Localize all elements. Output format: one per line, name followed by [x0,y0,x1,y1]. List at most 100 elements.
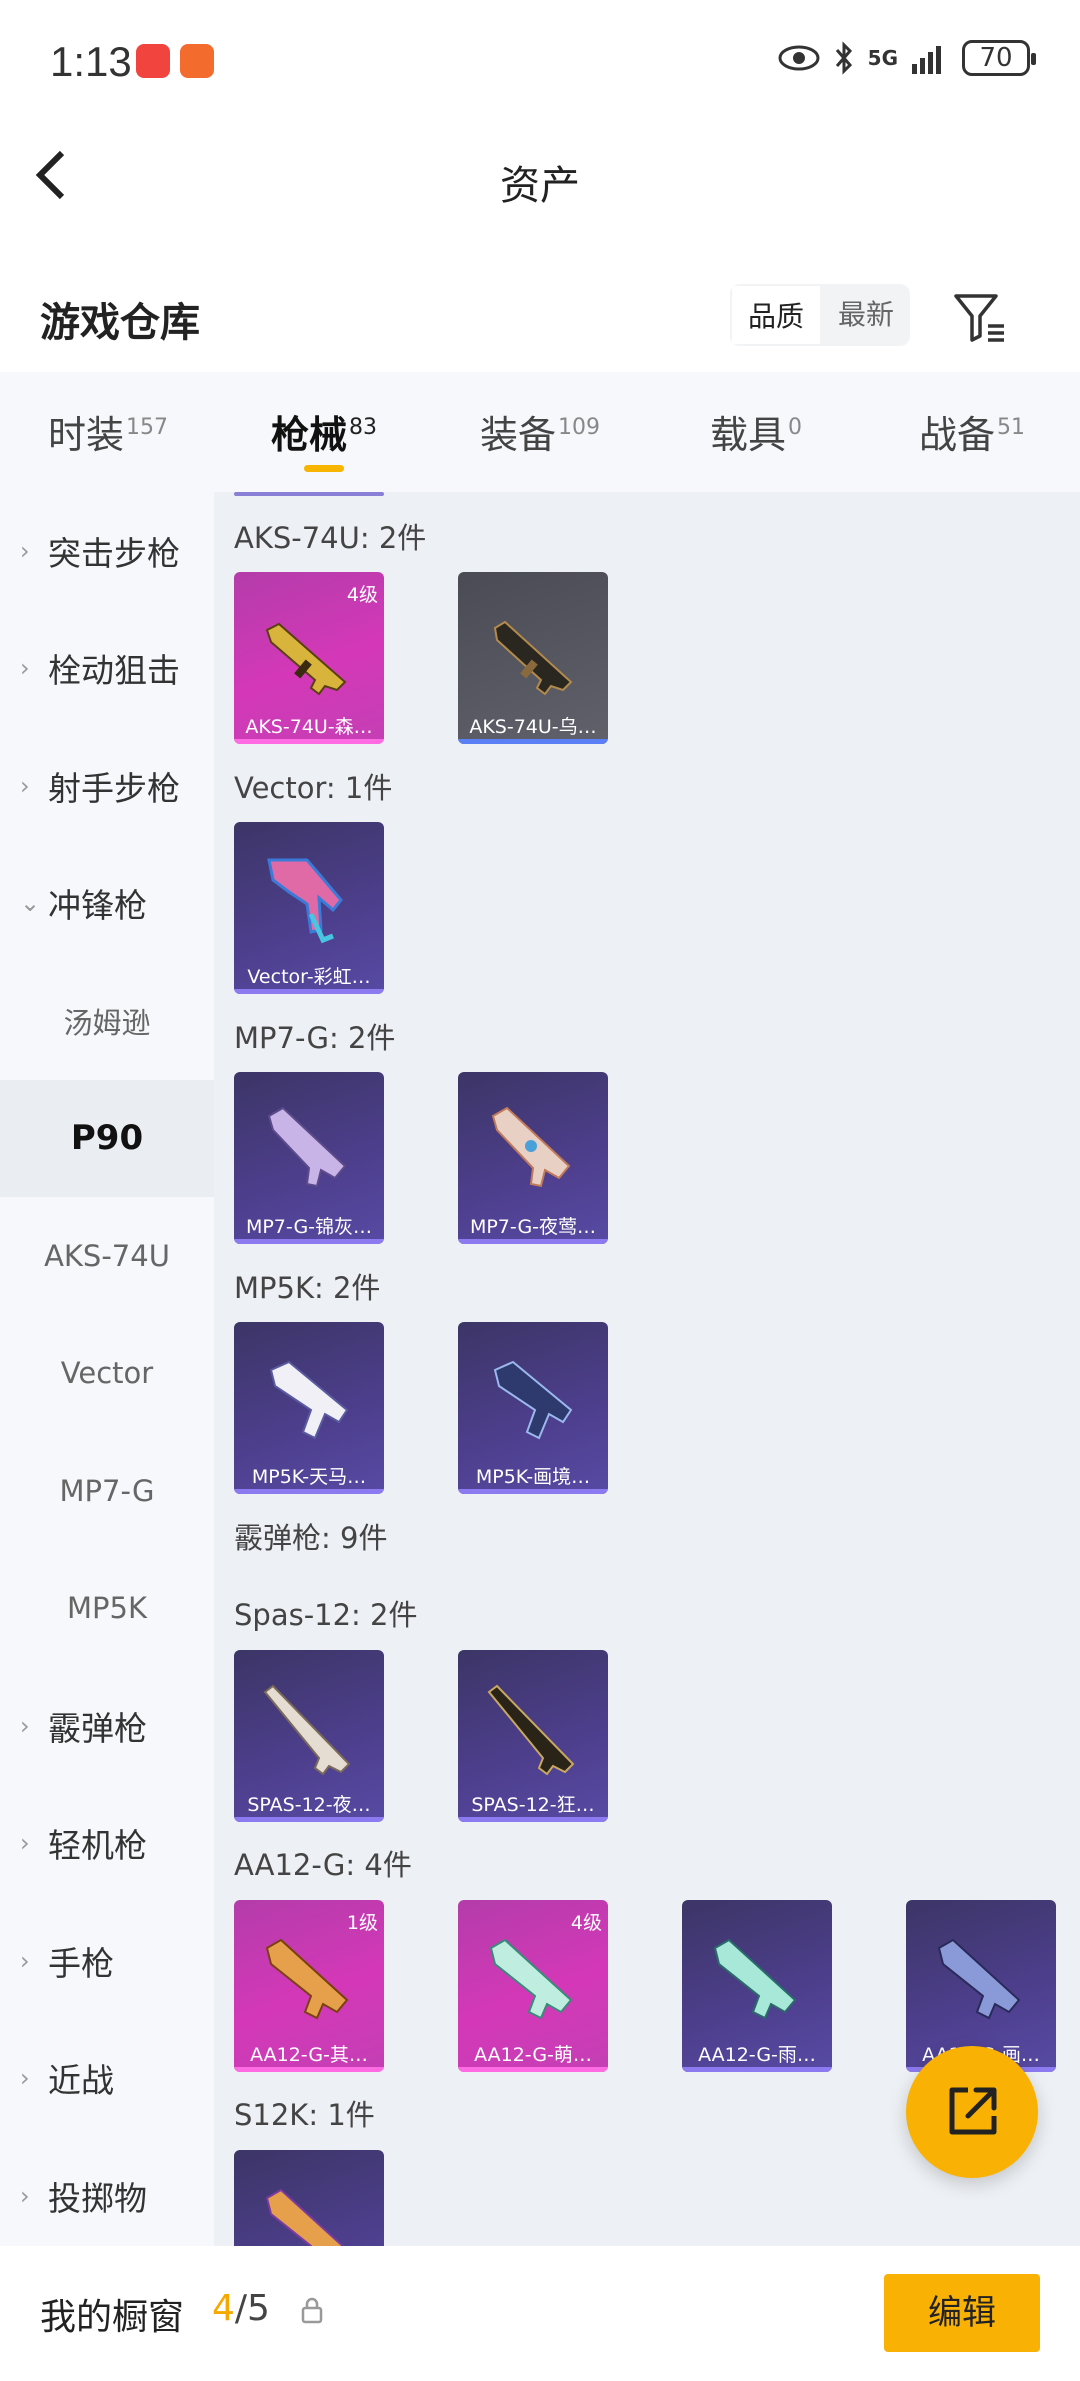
battery-icon: 70 [962,40,1036,76]
tab-count: 157 [126,415,168,441]
tab-equipment[interactable]: 装备109 [432,372,648,492]
skin-name: SPAS-12-狂… [471,1794,595,1816]
skin-name: MP5K-画境… [475,1466,591,1488]
tab-label: 战备 [918,413,995,457]
edit-button[interactable]: 编辑 [884,2274,1040,2352]
tab-count: 109 [558,415,600,441]
showcase-count-total: /5 [234,2288,270,2329]
category-pistol[interactable]: › 手枪 [0,1902,214,2020]
showcase-bar: 我的橱窗 4/5 编辑 [0,2246,1080,2381]
smg-skin-icon [491,1106,571,1188]
tab-supplies[interactable]: 战备51 [864,372,1080,492]
skin-name: AA12-G-萌… [474,2044,592,2066]
skin-card[interactable]: Vector-彩虹… [234,822,384,994]
skin-card[interactable]: 1级 AA12-G-其… [234,1900,384,2072]
category-tabs: 时装157 枪械83 装备109 载具0 战备51 [0,372,1080,492]
level-badge: 1级 [346,1912,378,1934]
tab-count: 83 [349,415,377,441]
scroll-edge-card [234,492,384,496]
skin-card[interactable]: 4级 AKS-74U-森… [234,572,384,744]
smg-skin-icon [493,1360,573,1440]
category-melee[interactable]: › 近战 [0,2020,214,2138]
chevron-right-icon: › [20,2064,30,2093]
chevron-right-icon: › [20,1711,30,1740]
quality-bar [234,739,384,744]
group-title: Spas-12: 2件 [234,1598,418,1632]
shotgun-skin-icon [713,1938,797,2020]
network-label: 5G [867,46,898,70]
tab-fashion[interactable]: 时装157 [0,372,216,492]
category-shotgun[interactable]: › 霰弹枪 [0,1667,214,1785]
subcategory-vector[interactable]: Vector [0,1315,214,1433]
level-badge: 4级 [346,584,378,606]
category-label: 近战 [48,2061,114,2101]
skin-card[interactable]: MP5K-画境… [458,1322,608,1494]
smg-skin-icon [267,1106,347,1188]
group-title: AA12-G: 4件 [234,1848,412,1882]
tab-count: 51 [997,415,1025,441]
skin-card[interactable]: 4级 AA12-G-萌… [458,1900,608,2072]
category-label: 突击步枪 [48,533,180,573]
skin-card[interactable]: AKS-74U-乌… [458,572,608,744]
group-title: MP7-G: 2件 [234,1021,396,1055]
shopping-app-icon [136,44,170,78]
tab-firearms[interactable]: 枪械83 [216,372,432,492]
category-label: 射手步枪 [48,768,180,808]
skin-name: MP5K-天马… [251,1466,367,1488]
subcategory-thompson[interactable]: 汤姆逊 [0,962,214,1080]
group-title: Vector: 1件 [234,771,393,805]
external-link-icon [949,2087,997,2135]
skin-grid: AKS-74U: 2件 4级 AKS-74U-森… AKS-74U-乌… Vec… [214,492,1080,2246]
chevron-right-icon: › [20,1946,30,1975]
category-marksman-rifle[interactable]: › 射手步枪 [0,727,214,845]
skin-name: AKS-74U-森… [245,716,373,738]
rifle-skin-icon [493,620,573,696]
quality-bar [234,2067,384,2072]
quality-bar [458,1489,608,1494]
group-title: S12K: 1件 [234,2098,375,2132]
subcategory-mp7g[interactable]: MP7-G [0,1432,214,1550]
category-assault-rifle[interactable]: › 突击步枪 [0,492,214,610]
category-throwable[interactable]: › 投掷物 [0,2137,214,2246]
sort-toggle: 品质 最新 [730,284,911,346]
sort-newest-button[interactable]: 最新 [822,284,910,346]
skin-name: AA12-G-雨… [698,2044,816,2066]
subcategory-aks74u[interactable]: AKS-74U [0,1197,214,1315]
category-label: 栓动狙击 [48,651,180,691]
skin-card[interactable] [234,2150,384,2246]
skin-card[interactable]: MP7-G-夜莺… [458,1072,608,1244]
game-app-icon [180,44,214,78]
skin-card[interactable]: SPAS-12-狂… [458,1650,608,1822]
tab-label: 时装 [47,413,124,457]
subcategory-p90[interactable]: P90 [0,1079,214,1197]
warehouse-header: 游戏仓库 品质 最新 [0,270,1080,370]
share-fab[interactable] [906,2046,1038,2178]
skin-name: AA12-G-其… [250,2044,368,2066]
filter-button[interactable] [950,288,1010,348]
tab-vehicles[interactable]: 载具0 [648,372,864,492]
chevron-right-icon: › [20,654,30,683]
sort-quality-button[interactable]: 品质 [730,284,823,346]
weapon-category-list: › 突击步枪 › 栓动狙击 › 射手步枪 ⌄ 冲锋枪 汤姆逊 P90 AKS-74U V… [0,492,214,2246]
chevron-right-icon: › [20,536,30,565]
skin-card[interactable]: SPAS-12-夜… [234,1650,384,1822]
category-label: 轻机枪 [48,1826,147,1866]
skin-card[interactable]: MP7-G-锦灰… [234,1072,384,1244]
skin-card[interactable]: MP5K-天马… [234,1322,384,1494]
shotgun-skin-icon [487,1684,575,1776]
category-smg[interactable]: ⌄ 冲锋枪 [0,845,214,963]
skin-name: MP7-G-夜莺… [469,1216,597,1238]
showcase-count-current: 4 [212,2288,235,2329]
shotgun-skin-icon [489,1938,573,2020]
category-bolt-sniper[interactable]: › 栓动狙击 [0,610,214,728]
category-lmg[interactable]: › 轻机枪 [0,1785,214,1903]
skin-card[interactable]: AA12-G-雨… [682,1900,832,2072]
bluetooth-icon [835,41,852,75]
shotgun-skin-icon [263,1684,351,1776]
chevron-right-icon: › [20,771,30,800]
nav-bar: 资产 [0,125,1080,225]
skin-name: MP7-G-锦灰… [245,1216,373,1238]
skin-name: Vector-彩虹… [247,966,371,988]
subcategory-mp5k[interactable]: MP5K [0,1550,214,1668]
quality-bar [458,2067,608,2072]
